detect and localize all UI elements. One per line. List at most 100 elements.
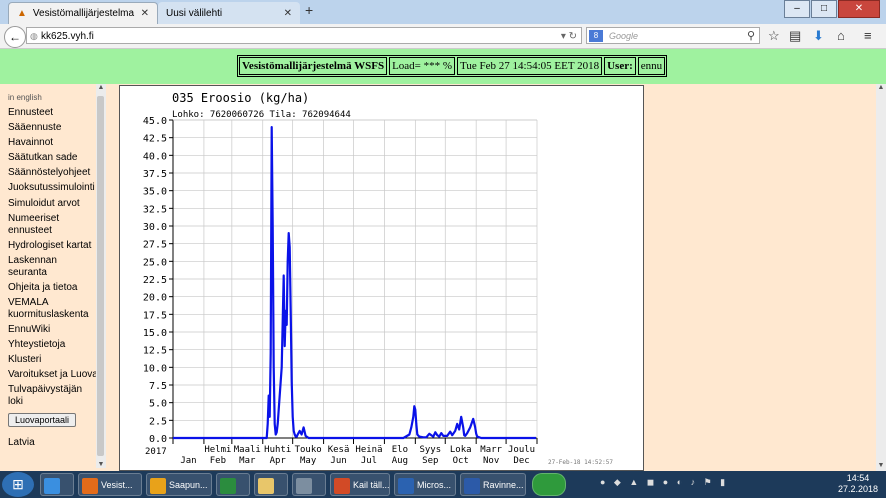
sidebar-item-vemala[interactable]: VEMALA kuormituslaskenta (8, 297, 98, 321)
tab-label: Vesistömallijärjestelma (32, 8, 135, 19)
y-tick-label: 35.0 (143, 187, 167, 198)
search-input[interactable]: 8 Google ⚲ (586, 27, 760, 44)
sidebar-item-numeeriset-ennusteet[interactable]: Numeeriset ennusteet (8, 213, 98, 237)
y-tick-label: 17.5 (143, 310, 167, 321)
page-scrollbar[interactable]: ▲ ▼ (876, 84, 886, 471)
search-placeholder: Google (609, 31, 639, 41)
x-month-label-en: Jul (361, 456, 377, 466)
erosion-chart: 035 Eroosio (kg/ha) Lohko: 7620060726 Til… (143, 91, 613, 466)
x-month-label-en: Mar (239, 456, 256, 466)
sidebar-item-simuloidut-arvot[interactable]: Simuloidut arvot (8, 198, 98, 210)
url-bar[interactable]: ◍ kk625.vyh.fi ▾ ↻ (26, 27, 582, 44)
sidebar-item-varoitukset[interactable]: Varoitukset ja Luova (8, 369, 98, 381)
home-icon[interactable]: ⌂ (837, 28, 845, 43)
y-tick-label: 7.5 (149, 381, 167, 392)
close-tab-icon[interactable]: ✕ (141, 8, 149, 19)
sidebar-item-laskennan-seuranta[interactable]: Laskennan seuranta (8, 255, 98, 279)
clipboard-icon[interactable]: ▤ (789, 28, 801, 44)
menu-icon[interactable]: ≡ (864, 28, 872, 43)
navigation-bar: ← ◍ kk625.vyh.fi ▾ ↻ 8 Google ⚲ ☆ ▤ ⬇ ⌂ … (0, 24, 886, 49)
y-tick-label: 22.5 (143, 275, 167, 286)
scroll-up-arrow-icon[interactable]: ▲ (97, 84, 105, 91)
sidebar-item-ennuwiki[interactable]: EnnuWiki (8, 324, 98, 336)
system-name: Vesistömallijärjestelmä WSFS (239, 57, 388, 75)
x-month-label-fi: Heinä (355, 445, 382, 455)
sidebar-item-saannostelyohjeet[interactable]: Säännöstelyohjeet (8, 167, 98, 179)
page: Vesistömallijärjestelmä WSFS Load= *** %… (0, 49, 886, 471)
sidebar-item-latvia[interactable]: Latvia (8, 437, 98, 449)
scroll-down-arrow-icon[interactable]: ▼ (97, 461, 105, 468)
x-month-label-en: Oct (453, 456, 469, 466)
taskbar-label: Saapun... (169, 480, 208, 490)
x-month-label-en: Nov (483, 456, 499, 466)
battery-icon[interactable] (532, 473, 566, 496)
clock-time: 14:54 (846, 473, 870, 483)
x-month-label-en: Feb (210, 456, 226, 466)
sidebar-item-tulvapaivystajan-loki[interactable]: Tulvapäivystäjän loki (8, 384, 98, 408)
maximize-button[interactable]: □ (811, 0, 837, 18)
sidebar-item-yhteystietoja[interactable]: Yhteystietoja (8, 339, 98, 351)
sidebar: in english Ennusteet Sääennuste Havainno… (0, 84, 107, 471)
taskbar-label: Micros... (417, 480, 452, 490)
taskbar-label: Kail täll... (353, 480, 390, 490)
start-button[interactable]: ⊞ (2, 472, 34, 497)
y-tick-label: 0.0 (149, 434, 167, 445)
bookmark-star-icon[interactable]: ☆ (768, 28, 780, 44)
back-button[interactable]: ← (4, 26, 26, 48)
sidebar-item-ennusteet[interactable]: Ennusteet (8, 107, 98, 119)
y-tick-label: 32.5 (143, 204, 167, 215)
x-month-label-fi: Marr (480, 445, 502, 455)
x-month-label-en: Dec (513, 456, 529, 466)
clock-date: 27.2.2018 (837, 484, 878, 494)
taskbar-firefox[interactable]: Vesist... (78, 473, 142, 496)
datetime: Tue Feb 27 14:54:05 EET 2018 (457, 57, 603, 75)
sidebar-item-saaennuste[interactable]: Sääennuste (8, 122, 98, 134)
taskbar-word[interactable]: Ravinne... (460, 473, 526, 496)
taskbar-outlook[interactable]: Saapun... (146, 473, 212, 496)
reload-icon[interactable]: ▾ ↻ (561, 28, 577, 45)
y-tick-label: 37.5 (143, 169, 167, 180)
sidebar-menu: Ennusteet Sääennuste Havainnot Säätutkan… (8, 107, 98, 452)
sidebar-item-klusteri[interactable]: Klusteri (8, 354, 98, 366)
scrollbar-thumb[interactable] (97, 96, 104, 456)
scroll-down-arrow-icon[interactable]: ▼ (877, 462, 885, 469)
scroll-up-arrow-icon[interactable]: ▲ (877, 84, 885, 91)
system-tray[interactable]: ● ◆ ▲ ◼ ● ◐ ♪ ⚑ ▮ (600, 477, 728, 488)
x-month-label-en: Sep (422, 456, 438, 466)
folder-icon[interactable] (254, 473, 288, 496)
tab-uusi-valilehti[interactable]: Uusi välilehti ✕ (158, 2, 300, 24)
taskbar-label: Ravinne... (483, 480, 524, 490)
download-icon[interactable]: ⬇ (813, 28, 824, 44)
clock[interactable]: 14:54 27.2.2018 (838, 473, 878, 495)
luovaportaali-button[interactable]: Luovaportaali (8, 413, 77, 427)
x-month-label-fi: Huhti (264, 445, 291, 455)
minimize-button[interactable]: – (784, 0, 810, 18)
x-month-label-fi: Syys (419, 445, 441, 455)
excel-icon[interactable] (216, 473, 250, 496)
new-tab-button[interactable]: + (305, 2, 313, 18)
y-tick-label: 25.0 (143, 257, 167, 268)
sidebar-item-hydrologiset-kartat[interactable]: Hydrologiset kartat (8, 240, 98, 252)
taskbar-powerpoint[interactable]: Kail täll... (330, 473, 390, 496)
x-month-label-fi: Helmi (204, 445, 231, 455)
y-tick-label: 10.0 (143, 363, 167, 374)
close-window-button[interactable]: ✕ (838, 0, 880, 18)
sidebar-scrollbar[interactable]: ▲ ▼ (96, 84, 106, 468)
sidebar-item-havainnot[interactable]: Havainnot (8, 137, 98, 149)
y-tick-label: 40.0 (143, 151, 167, 162)
chart-subtitle: Lohko: 7620060726 Tila: 762094644 (172, 110, 351, 120)
language-link[interactable]: in english (8, 93, 42, 102)
sidebar-item-juoksutussimulointi[interactable]: Juoksutussimulointi (8, 182, 98, 194)
taskbar-microsoft[interactable]: Micros... (394, 473, 456, 496)
close-tab-icon[interactable]: ✕ (284, 8, 292, 19)
sidebar-item-saatutkan-sade[interactable]: Säätutkan sade (8, 152, 98, 164)
tool-icon[interactable] (292, 473, 326, 496)
sidebar-item-ohjeita-ja-tietoa[interactable]: Ohjeita ja tietoa (8, 282, 98, 294)
chart-footer: 27-Feb-18 14:52:57 (548, 459, 613, 466)
tab-vesistomallijarjestelma[interactable]: ▲ Vesistömallijärjestelma ✕ (8, 2, 158, 24)
y-tick-label: 5.0 (149, 399, 167, 410)
ie-icon[interactable] (40, 473, 74, 496)
chart-frame: 035 Eroosio (kg/ha) Lohko: 7620060726 Til… (119, 85, 644, 471)
search-icon[interactable]: ⚲ (747, 28, 755, 45)
x-month-label-fi: Joulu (508, 445, 535, 455)
